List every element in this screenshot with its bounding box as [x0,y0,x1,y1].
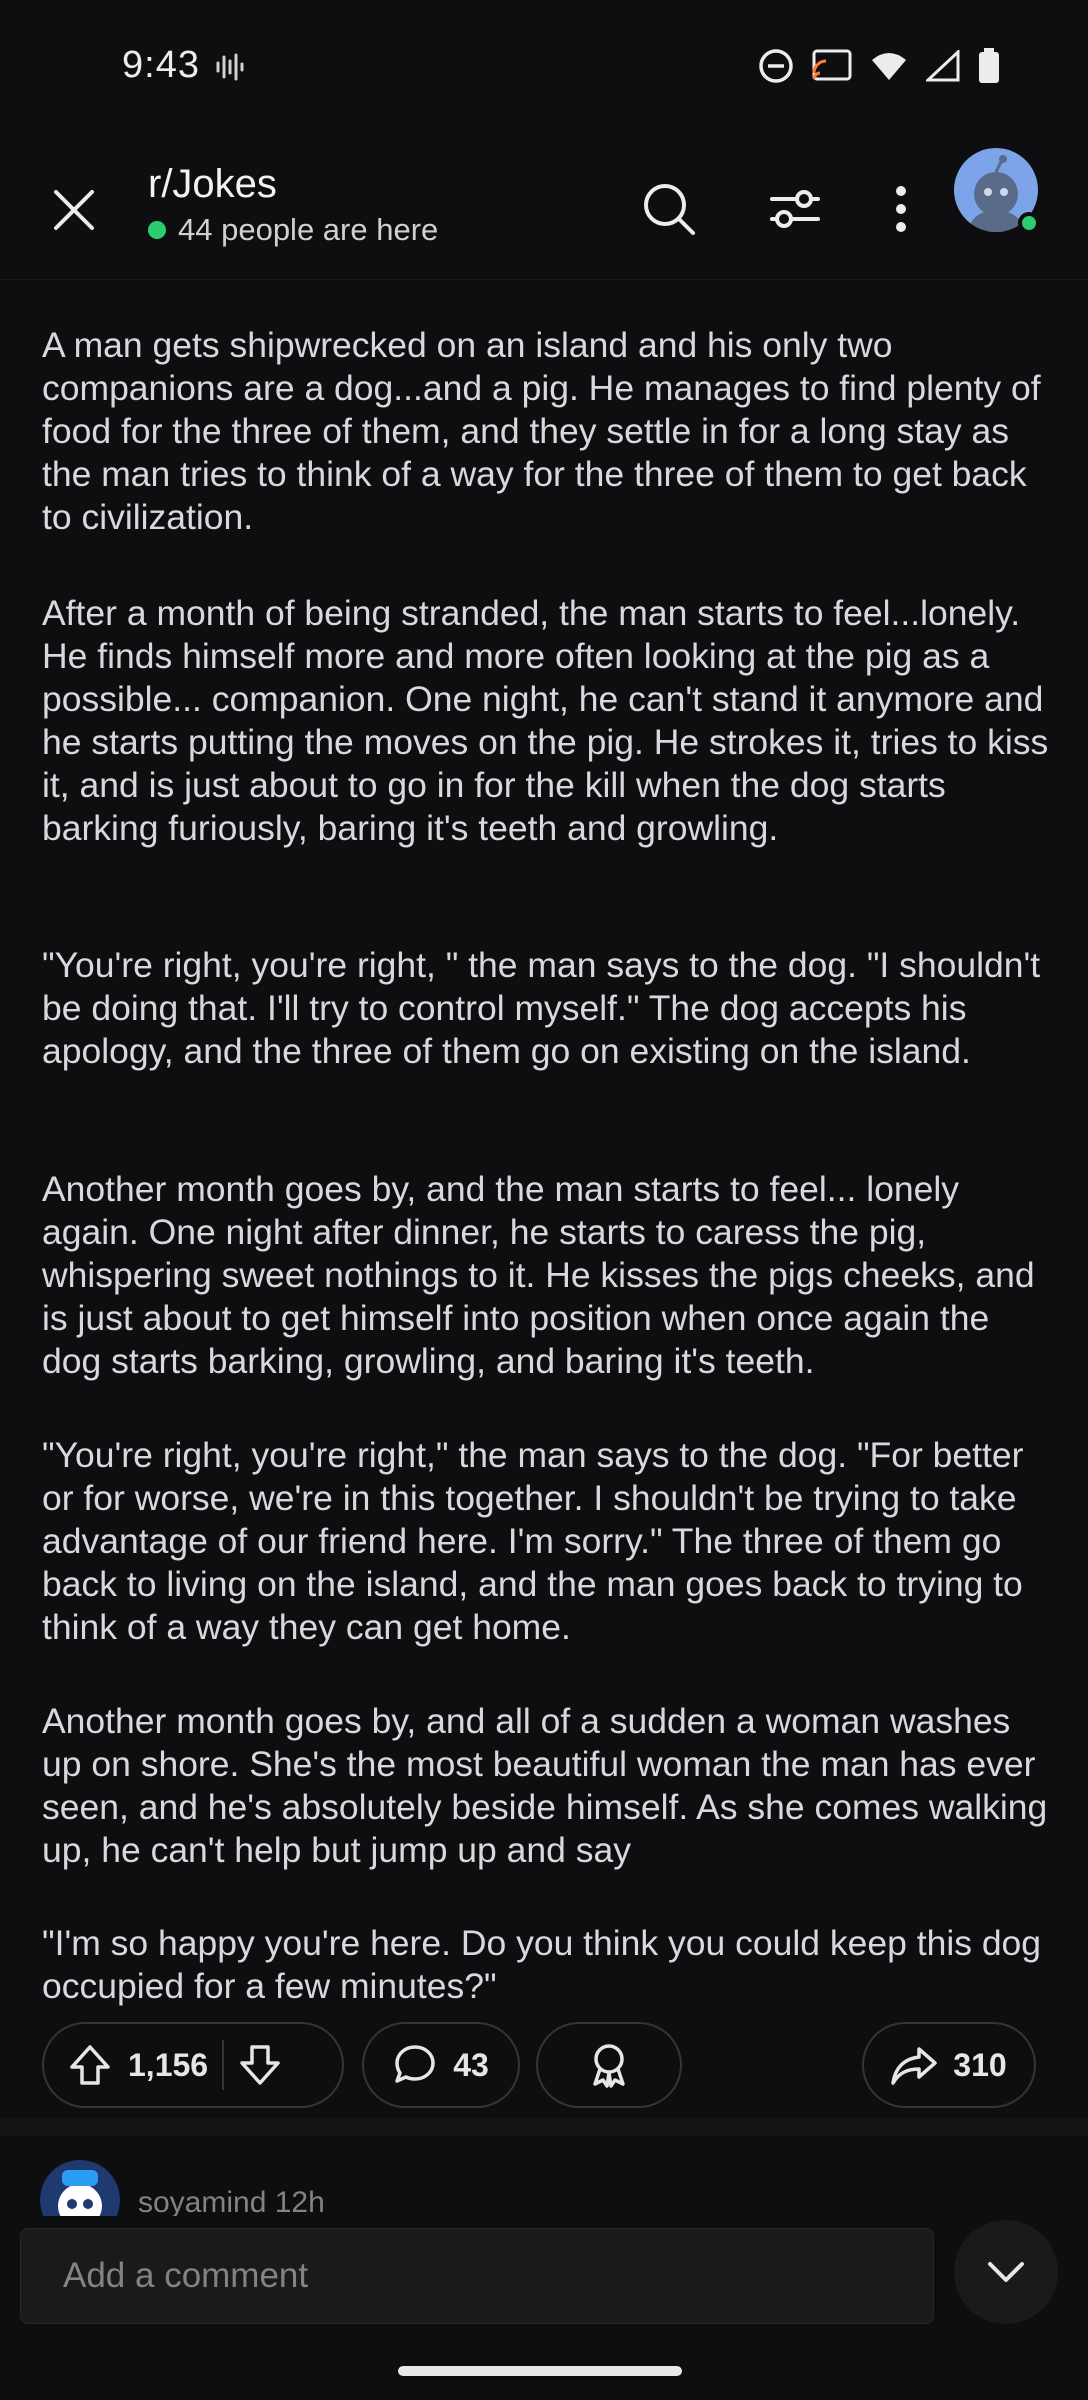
more-options-button[interactable] [866,174,936,244]
post-paragraph: "I'm so happy you're here. Do you think … [42,1923,1042,2006]
more-vertical-icon [896,186,906,232]
post-paragraph: "You're right, you're right, " the man s… [42,945,1041,1071]
post-paragraph: Another month goes by, and the man start… [42,1169,1035,1381]
comments-button[interactable]: 43 [362,2022,520,2108]
close-button[interactable] [44,180,104,240]
comment-preview[interactable]: soyamind 12h [0,2136,1088,2216]
share-icon [891,2047,938,2085]
share-count: 310 [953,2046,1007,2083]
comment-age: 12h [274,2186,325,2216]
subreddit-header: r/Jokes 44 people are here [0,140,1088,280]
upvote-count: 1,156 [128,2046,209,2083]
signal-icon [926,50,960,82]
online-dot [148,221,166,239]
section-divider [0,2118,1088,2136]
filter-button[interactable] [760,174,830,244]
post-body: A man gets shipwrecked on an island and … [0,282,1088,2122]
status-icons [758,48,1000,84]
do-not-disturb-icon [759,49,793,83]
avatar-online-badge [1018,212,1040,234]
post-paragraph: Another month goes by, and all of a sudd… [42,1701,1048,1870]
post-actions: 1,156 43 310 [42,2022,1046,2108]
home-indicator[interactable] [398,2366,682,2376]
vote-separator [222,2040,225,2090]
chevron-down-icon [988,2262,1024,2282]
filter-icon [770,190,820,228]
search-icon [644,184,695,235]
snoo-avatar-icon [58,2170,102,2216]
upvote-icon[interactable] [68,2043,112,2087]
comment-icon [395,2045,435,2083]
award-button[interactable] [536,2022,682,2108]
status-bar: 9:43 [0,0,1088,140]
post-paragraph: "You're right, you're right," the man sa… [42,1435,1024,1647]
comment-composer: Add a comment [0,2216,1088,2400]
post-paragraph: After a month of being stranded, the man… [42,593,1049,848]
commenter-meta: soyamind 12h [138,2186,325,2216]
close-icon [54,190,94,230]
cast-icon [812,49,852,81]
comment-count: 43 [453,2046,489,2083]
vote-control: 1,156 [42,2022,344,2108]
downvote-icon[interactable] [238,2043,282,2087]
award-icon [593,2044,625,2088]
battery-icon [979,48,999,83]
commenter-avatar[interactable] [40,2160,120,2216]
wifi-icon [872,53,906,80]
audio-wave-icon [216,53,244,81]
commenter-username[interactable]: soyamind [138,2186,266,2216]
online-indicator: 44 people are here [148,212,438,248]
add-comment-input[interactable]: Add a comment [20,2228,934,2324]
search-button[interactable] [634,174,704,244]
status-time: 9:43 [122,44,200,86]
share-button[interactable]: 310 [862,2022,1036,2108]
post-paragraph: A man gets shipwrecked on an island and … [42,325,1041,537]
online-count: 44 people are here [178,212,439,247]
collapse-button[interactable] [954,2220,1058,2324]
subreddit-name[interactable]: r/Jokes [148,162,277,207]
